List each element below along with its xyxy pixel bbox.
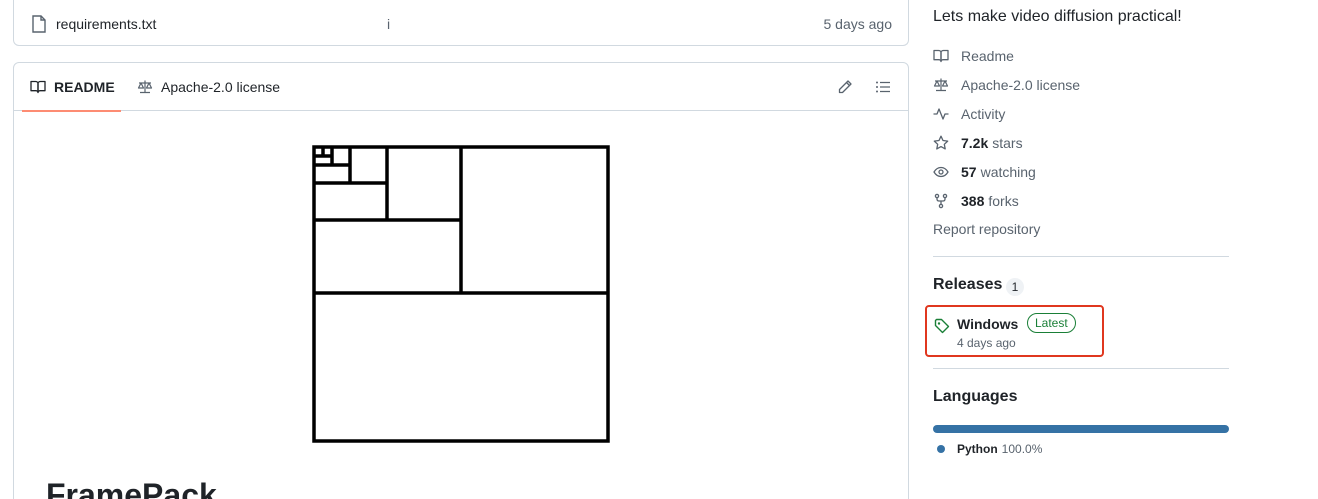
repo-description: Lets make video diffusion practical! (933, 8, 1182, 25)
readme-tab-bar: README Apache-2.0 license (14, 63, 908, 112)
report-repository-link[interactable]: Report repository (933, 221, 1040, 237)
tab-readme-label: README (54, 79, 115, 95)
law-icon (933, 78, 949, 92)
language-bar (933, 425, 1229, 433)
sidebar-link-label: watching (980, 164, 1036, 180)
sidebar-link-stars[interactable]: 7.2k stars (933, 133, 1023, 153)
tab-license[interactable]: Apache-2.0 license (137, 63, 280, 111)
latest-badge: Latest (1027, 313, 1076, 333)
sidebar-link-forks[interactable]: 388 forks (933, 191, 1019, 211)
sidebar-link-label: stars (992, 135, 1023, 151)
fork-icon (934, 193, 948, 209)
tab-readme[interactable]: README (22, 63, 121, 112)
languages-heading: Languages (933, 388, 1018, 405)
sidebar-link-activity[interactable]: Activity (933, 104, 1005, 124)
sidebar-link-readme[interactable]: Readme (933, 46, 1014, 66)
book-icon (933, 49, 949, 63)
releases-count-badge: 1 (1006, 278, 1024, 296)
list-icon (876, 81, 890, 93)
tab-license-label: Apache-2.0 license (161, 79, 281, 95)
active-tab-indicator (22, 110, 121, 112)
release-date: 4 days ago (957, 336, 1016, 350)
release-name-link[interactable]: Windows (957, 316, 1018, 332)
divider (933, 368, 1229, 369)
book-icon (30, 80, 46, 94)
edit-readme-button[interactable] (835, 77, 855, 97)
language-item-python[interactable]: Python 100.0% (937, 442, 1042, 456)
sidebar-link-label: forks (988, 193, 1019, 209)
watching-count: 57 (961, 164, 977, 180)
forks-count: 388 (961, 193, 985, 209)
file-icon (32, 15, 46, 33)
pencil-icon (838, 80, 852, 94)
star-icon (933, 135, 949, 150)
language-color-dot (937, 445, 945, 453)
file-list: requirements.txt i 5 days ago (13, 0, 909, 46)
commit-date: 5 days ago (823, 16, 893, 32)
sidebar-link-license[interactable]: Apache-2.0 license (933, 75, 1080, 95)
pulse-icon (933, 108, 949, 120)
eye-icon (933, 166, 949, 178)
sidebar-link-label: Activity (961, 106, 1006, 122)
sidebar-link-watching[interactable]: 57 watching (933, 162, 1036, 182)
framepack-logo (312, 145, 610, 443)
readme-panel: README Apache-2.0 license FramePack (13, 62, 909, 499)
outline-button[interactable] (873, 77, 893, 97)
language-percent: 100.0% (1001, 442, 1043, 456)
releases-heading[interactable]: Releases (933, 276, 1002, 294)
stars-count: 7.2k (961, 135, 989, 151)
divider (933, 256, 1229, 257)
law-icon (137, 80, 153, 94)
sidebar-link-label: Readme (961, 48, 1014, 64)
language-name: Python (957, 442, 998, 456)
file-row[interactable]: requirements.txt i 5 days ago (14, 0, 908, 45)
commit-message-link[interactable]: i (387, 16, 390, 32)
tag-icon (934, 318, 950, 334)
file-name-link[interactable]: requirements.txt (56, 16, 156, 32)
readme-heading: FramePack (46, 477, 217, 499)
sidebar-link-label: Apache-2.0 license (961, 77, 1081, 93)
